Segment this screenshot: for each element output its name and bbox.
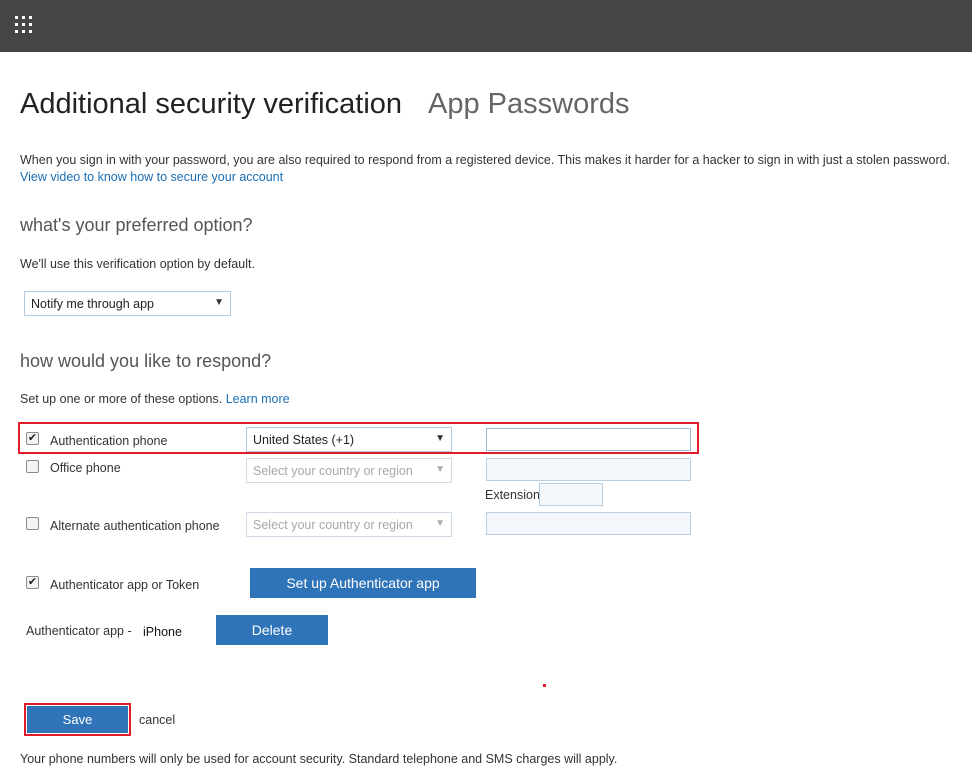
office-phone-country-placeholder: Select your country or region [253,464,413,478]
view-video-link[interactable]: View video to know how to secure your ac… [20,170,283,184]
red-marker [543,684,546,687]
office-phone-country-select[interactable]: Select your country or region ▼ [246,458,452,483]
dropdown-arrow-icon: ▼ [435,464,445,475]
extension-input[interactable] [539,483,603,506]
office-phone-checkbox[interactable] [26,460,39,473]
device-label: Authenticator app - [26,624,132,638]
intro-text: When you sign in with your password, you… [20,153,951,167]
dropdown-arrow-icon: ▼ [214,297,224,308]
alt-phone-label: Alternate authentication phone [50,519,220,533]
cancel-link[interactable]: cancel [139,713,175,727]
auth-phone-number-input[interactable] [486,428,691,451]
learn-more-link[interactable]: Learn more [226,392,290,406]
preferred-option-heading: what's your preferred option? [20,215,253,235]
dropdown-arrow-icon: ▼ [435,433,445,444]
preferred-option-select[interactable]: Notify me through app ▼ [24,291,231,316]
footer-note: Your phone numbers will only be used for… [20,752,618,766]
delete-device-button[interactable]: Delete [216,615,328,645]
extension-label: Extension [485,488,540,502]
office-phone-label: Office phone [50,461,121,475]
app-launcher-icon[interactable] [15,16,33,34]
alt-phone-country-select[interactable]: Select your country or region ▼ [246,512,452,537]
top-bar [0,0,972,52]
authenticator-label: Authenticator app or Token [50,578,200,592]
auth-phone-country-value: United States (+1) [253,433,355,447]
authenticator-checkbox[interactable]: ✔ [26,576,39,589]
dropdown-arrow-icon: ▼ [435,518,445,529]
preferred-option-description: We'll use this verification option by de… [20,257,255,271]
office-phone-number-input[interactable] [486,458,691,481]
tab-app-passwords[interactable]: App Passwords [428,88,630,121]
respond-heading: how would you like to respond? [20,351,272,371]
save-button[interactable]: Save [27,706,128,733]
alt-phone-checkbox[interactable] [26,517,39,530]
alt-phone-number-input[interactable] [486,512,691,535]
preferred-option-value: Notify me through app [31,297,154,311]
auth-phone-checkbox[interactable]: ✔ [26,432,39,445]
auth-phone-country-select[interactable]: United States (+1) ▼ [246,427,452,452]
device-name: iPhone [143,625,182,639]
alt-phone-country-placeholder: Select your country or region [253,518,413,532]
respond-description-text: Set up one or more of these options. [20,392,223,406]
respond-description: Set up one or more of these options. Lea… [20,392,290,406]
setup-authenticator-button[interactable]: Set up Authenticator app [250,568,476,598]
page-title: Additional security verification [20,88,403,120]
auth-phone-label: Authentication phone [50,434,168,448]
